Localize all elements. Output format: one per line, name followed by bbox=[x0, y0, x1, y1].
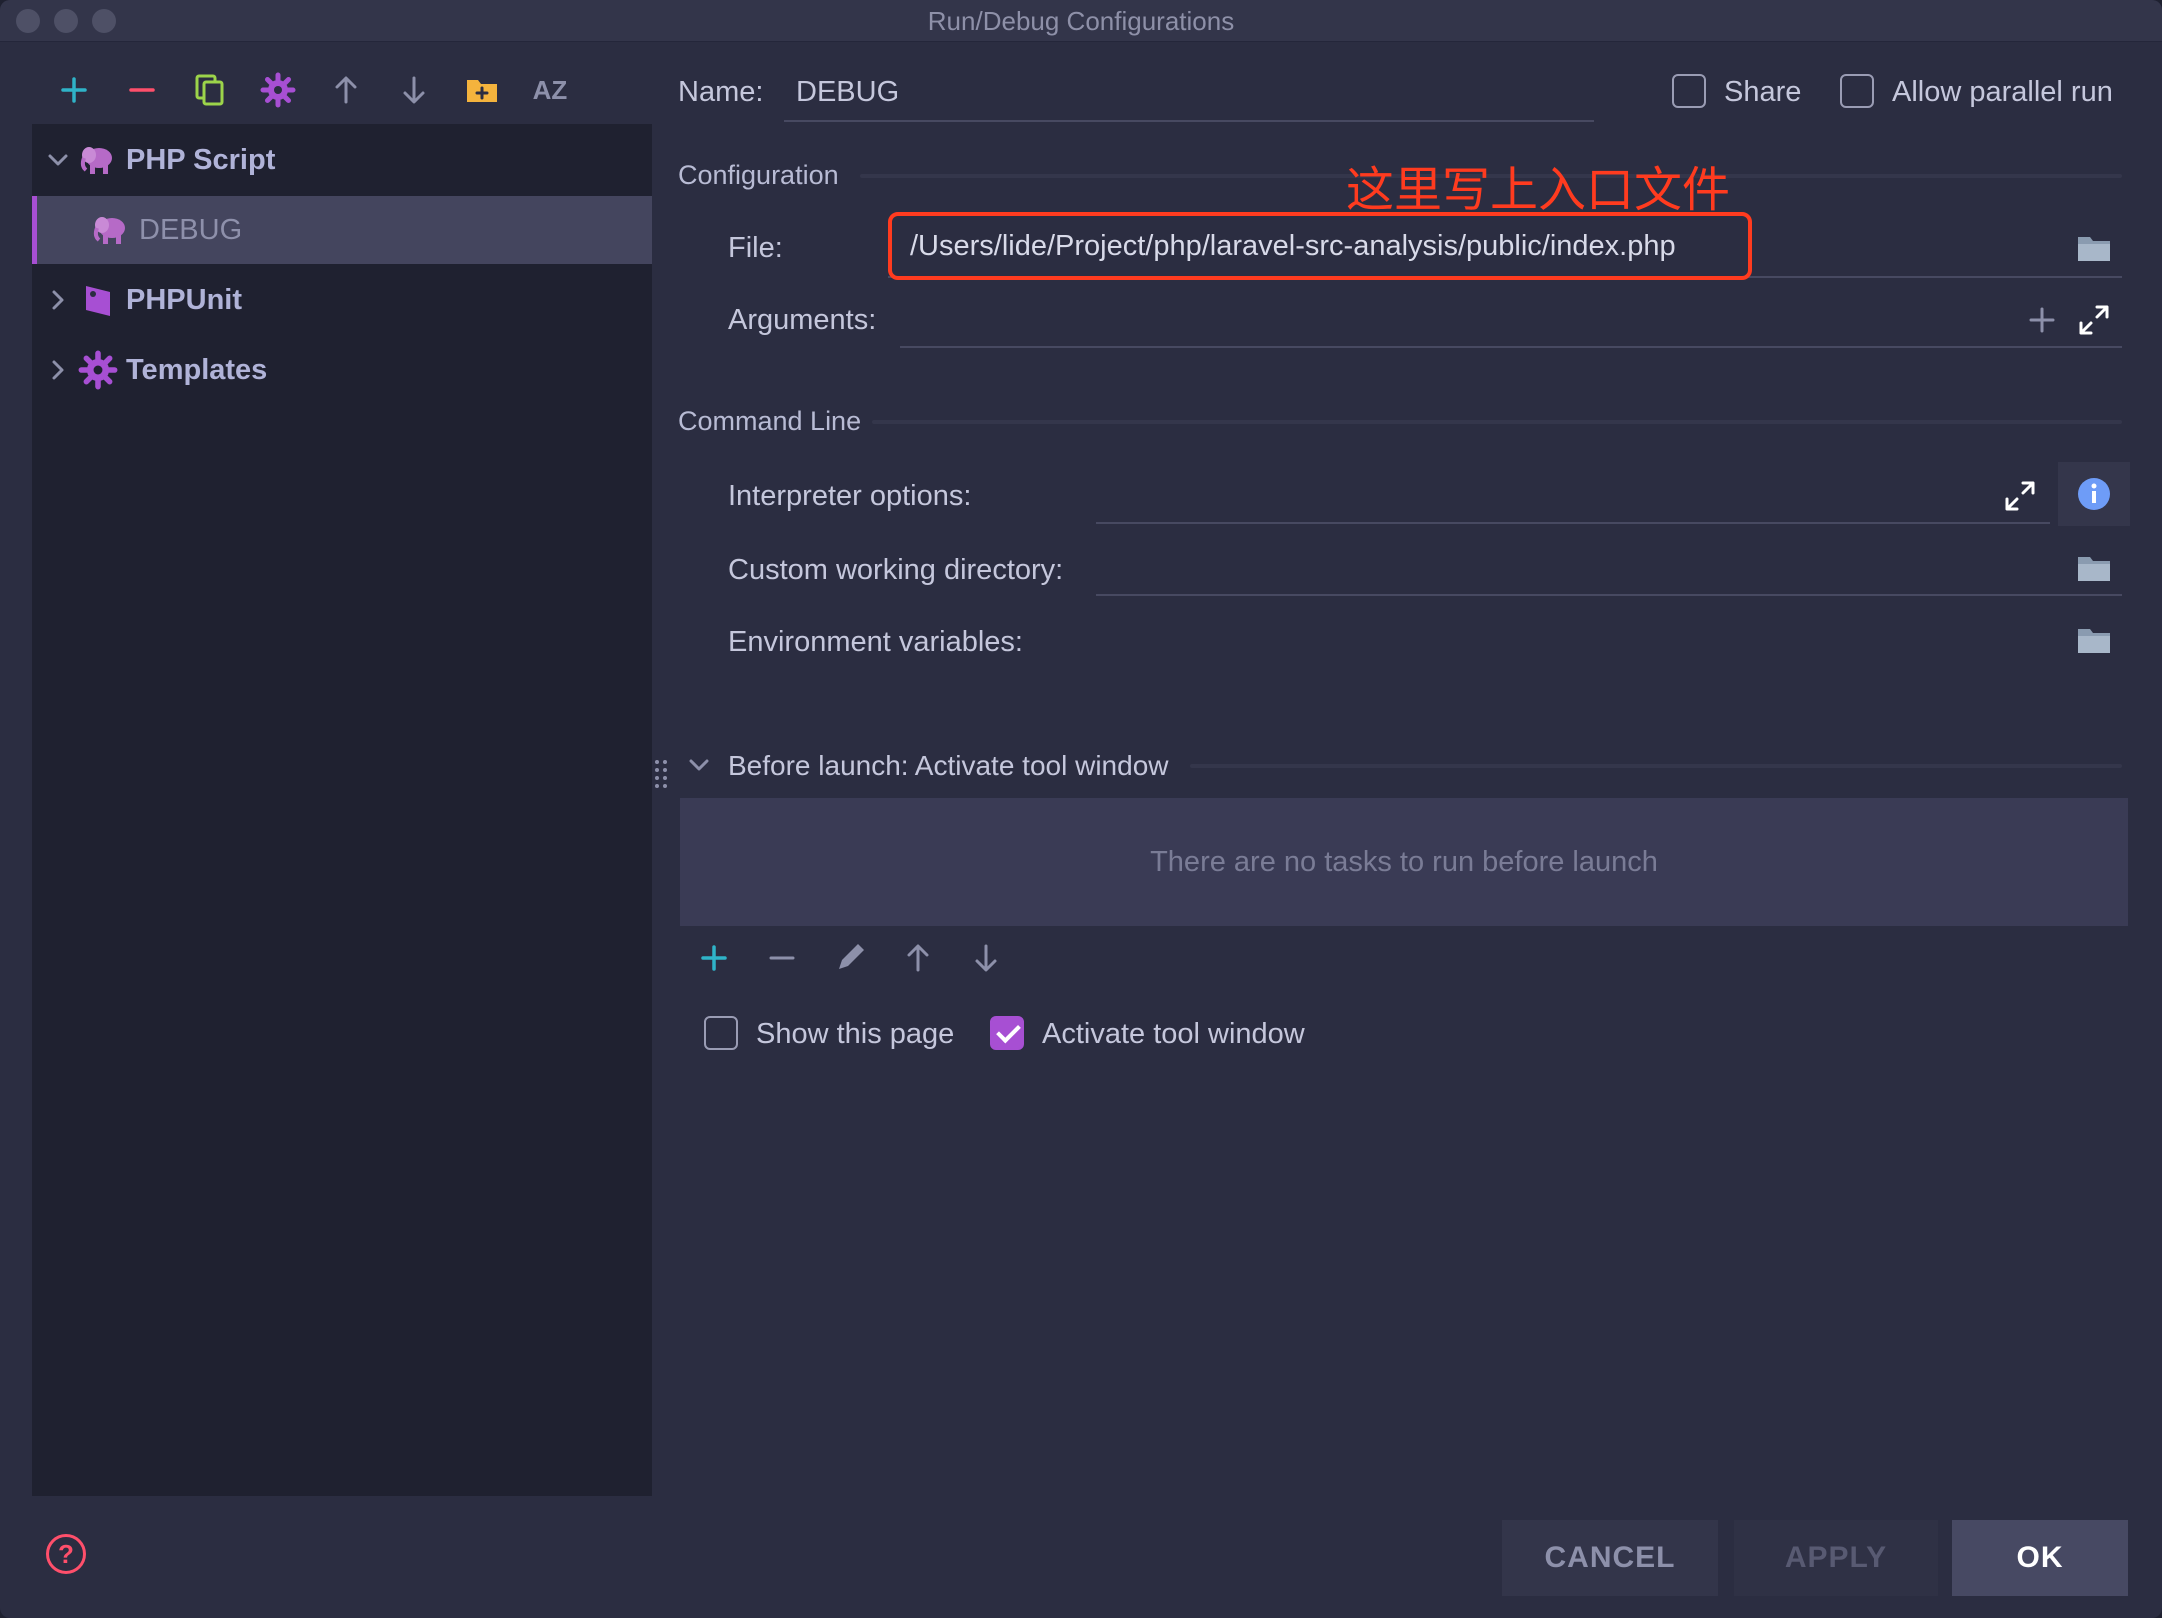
section-divider bbox=[872, 420, 2122, 424]
interpreter-options-label: Interpreter options: bbox=[728, 480, 972, 512]
copy-configuration-button[interactable] bbox=[188, 68, 232, 112]
section-divider bbox=[1190, 764, 2122, 768]
remove-icon bbox=[769, 956, 795, 960]
elephant-icon bbox=[93, 217, 125, 244]
add-task-button[interactable] bbox=[692, 936, 736, 980]
before-launch-task-list: There are no tasks to run before launch bbox=[680, 798, 2128, 926]
tree-item-label: Templates bbox=[126, 353, 268, 386]
pencil-icon bbox=[839, 944, 864, 969]
move-task-down-button[interactable] bbox=[964, 936, 1008, 980]
configurations-toolbar: AZ bbox=[32, 62, 652, 122]
add-argument-button[interactable] bbox=[2020, 298, 2064, 342]
tree-item-php-script[interactable]: PHP Script bbox=[32, 126, 652, 194]
empty-tasks-text: There are no tasks to run before launch bbox=[1150, 845, 1658, 878]
new-folder-icon bbox=[467, 80, 497, 102]
elephant-icon bbox=[80, 147, 112, 174]
arrow-up-icon bbox=[335, 76, 357, 104]
apply-button[interactable]: APPLY bbox=[1734, 1520, 1938, 1596]
configurations-tree: PHP Script DEBUG PHPUnit Templates bbox=[32, 124, 652, 1496]
tree-item-label: DEBUG bbox=[139, 213, 243, 246]
plus-icon bbox=[2029, 307, 2055, 333]
phpunit-icon bbox=[86, 286, 110, 316]
allow-parallel-run-label: Allow parallel run bbox=[1892, 76, 2113, 108]
expand-icon bbox=[2079, 305, 2109, 335]
expand-arguments-button[interactable] bbox=[2072, 298, 2116, 342]
add-icon bbox=[701, 945, 727, 971]
run-debug-dialog: Run/Debug Configurations AZ PHP Script D… bbox=[0, 0, 2162, 1618]
activate-tool-window-label: Activate tool window bbox=[1042, 1018, 1305, 1050]
command-line-section-title: Command Line bbox=[678, 406, 862, 436]
folder-icon bbox=[2078, 557, 2110, 581]
before-launch-title[interactable]: Before launch: Activate tool window bbox=[728, 750, 1168, 782]
add-icon bbox=[61, 77, 87, 103]
arrow-down-icon bbox=[975, 944, 997, 972]
browse-file-button[interactable] bbox=[2072, 226, 2116, 270]
remove-icon bbox=[129, 88, 155, 92]
help-icon: ? bbox=[58, 1538, 74, 1569]
info-button[interactable] bbox=[2058, 462, 2130, 526]
ok-button[interactable]: OK bbox=[1952, 1520, 2128, 1596]
chevron-down-icon[interactable] bbox=[44, 146, 72, 174]
folder-icon bbox=[2078, 237, 2110, 261]
browse-environment-variables-button[interactable] bbox=[2072, 618, 2116, 662]
move-task-up-button[interactable] bbox=[896, 936, 940, 980]
help-button[interactable]: ? bbox=[46, 1534, 86, 1574]
expand-icon bbox=[2005, 481, 2035, 511]
move-up-button[interactable] bbox=[324, 68, 368, 112]
gear-icon bbox=[260, 72, 296, 108]
tree-item-label: PHPUnit bbox=[126, 283, 242, 316]
title-bar: Run/Debug Configurations bbox=[0, 0, 2162, 42]
new-folder-button[interactable] bbox=[460, 68, 504, 112]
annotation-text: 这里写上入口文件 bbox=[1346, 162, 1731, 218]
tree-item-phpunit[interactable]: PHPUnit bbox=[32, 266, 652, 334]
working-directory-underline bbox=[1096, 594, 2122, 596]
cancel-button[interactable]: CANCEL bbox=[1502, 1520, 1718, 1596]
allow-parallel-run-checkbox[interactable] bbox=[1840, 74, 1874, 108]
remove-task-button[interactable] bbox=[760, 936, 804, 980]
name-input[interactable]: DEBUG bbox=[796, 76, 899, 109]
expand-interpreter-options-button[interactable] bbox=[1998, 474, 2042, 518]
gear-icon bbox=[78, 350, 118, 390]
splitter-handle[interactable] bbox=[654, 758, 668, 792]
show-this-page-label: Show this page bbox=[756, 1018, 955, 1050]
activate-tool-window-checkbox[interactable] bbox=[990, 1016, 1024, 1050]
show-this-page-checkbox[interactable] bbox=[704, 1016, 738, 1050]
browse-working-directory-button[interactable] bbox=[2072, 546, 2116, 590]
name-input-underline bbox=[784, 120, 1594, 122]
chevron-right-icon[interactable] bbox=[44, 356, 72, 384]
chevron-right-icon[interactable] bbox=[44, 286, 72, 314]
sort-az-icon: AZ bbox=[532, 74, 568, 105]
share-checkbox[interactable] bbox=[1672, 74, 1706, 108]
name-label: Name: bbox=[678, 76, 764, 108]
window-title: Run/Debug Configurations bbox=[927, 6, 1235, 36]
folder-icon bbox=[2078, 629, 2110, 653]
working-directory-label: Custom working directory: bbox=[728, 554, 1064, 586]
edit-task-button[interactable] bbox=[828, 936, 872, 980]
tree-item-label: PHP Script bbox=[126, 143, 276, 176]
annotation-highlight-box bbox=[888, 212, 1752, 280]
share-label: Share bbox=[1724, 76, 1802, 108]
sort-button[interactable]: AZ bbox=[528, 68, 572, 112]
arguments-label: Arguments: bbox=[728, 304, 877, 336]
edit-defaults-button[interactable] bbox=[256, 68, 300, 112]
tree-item-templates[interactable]: Templates bbox=[32, 336, 652, 404]
move-down-button[interactable] bbox=[392, 68, 436, 112]
arguments-input-underline bbox=[900, 346, 2122, 348]
file-label: File: bbox=[728, 232, 783, 264]
environment-variables-label: Environment variables: bbox=[728, 626, 1023, 658]
arrow-up-icon bbox=[907, 944, 929, 972]
copy-icon bbox=[195, 74, 224, 106]
interpreter-options-underline bbox=[1096, 522, 2050, 524]
configuration-section-title: Configuration bbox=[678, 160, 839, 190]
tree-item-debug[interactable]: DEBUG bbox=[32, 196, 652, 264]
add-configuration-button[interactable] bbox=[52, 68, 96, 112]
arrow-down-icon bbox=[403, 76, 425, 104]
chevron-down-icon[interactable] bbox=[686, 752, 712, 778]
info-icon bbox=[2078, 478, 2110, 510]
remove-configuration-button[interactable] bbox=[120, 68, 164, 112]
